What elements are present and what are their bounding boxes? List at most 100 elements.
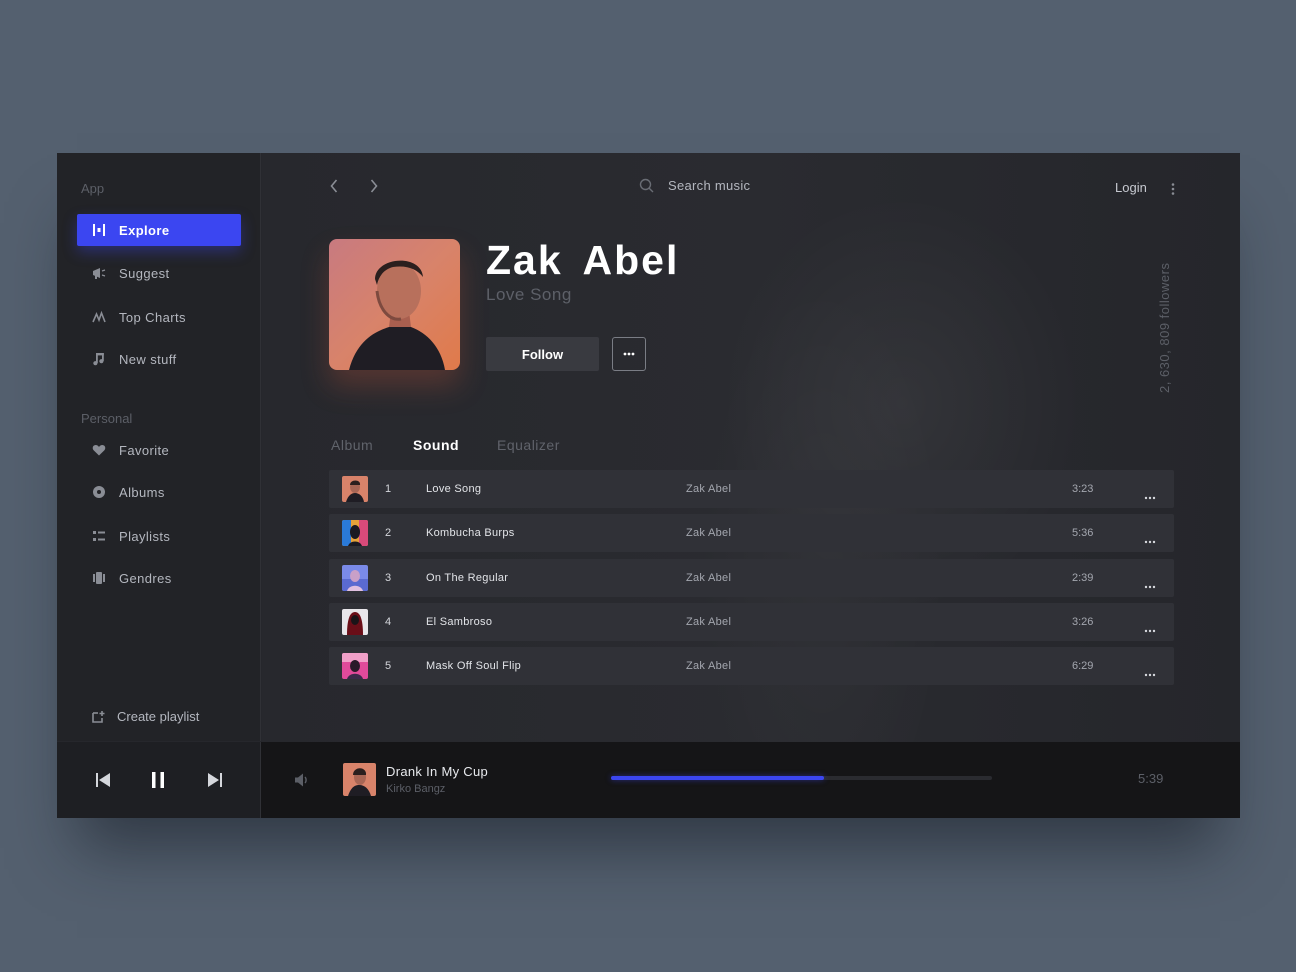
list-icon — [91, 529, 107, 543]
sidebar-item-gendres[interactable]: Gendres — [77, 562, 241, 594]
heart-icon — [91, 443, 107, 457]
create-playlist-label: Create playlist — [117, 709, 200, 724]
track-time: 5:39 — [1138, 771, 1164, 786]
track-title: On The Regular — [426, 572, 509, 584]
track-thumbnail — [342, 520, 368, 546]
sidebar-item-albums[interactable]: Albums — [77, 476, 241, 508]
track-thumbnail — [342, 565, 368, 591]
create-playlist-button[interactable]: Create playlist — [91, 709, 199, 724]
megaphone-icon — [91, 266, 107, 280]
sidebar-item-top-charts[interactable]: Top Charts — [77, 301, 241, 333]
sidebar-item-favorite[interactable]: Favorite — [77, 434, 241, 466]
track-artist: Zak Abel — [686, 660, 732, 672]
chevron-left-icon — [330, 178, 338, 198]
skip-forward-icon — [207, 772, 223, 788]
track-thumbnail — [342, 653, 368, 679]
more-options-button[interactable] — [612, 337, 646, 371]
table-row[interactable]: 4 El Sambroso Zak Abel 3:26 — [329, 603, 1174, 641]
more-vertical-icon[interactable] — [1169, 182, 1177, 196]
sidebar-item-explore[interactable]: Explore — [77, 214, 241, 246]
player-bar: Drank In My Cup Kirko Bangz 5:39 — [57, 742, 1240, 818]
volume-icon — [293, 772, 309, 788]
pause-button[interactable] — [148, 770, 168, 790]
track-duration: 6:29 — [1072, 660, 1094, 672]
track-number: 4 — [385, 616, 392, 628]
track-title: Love Song — [426, 483, 482, 495]
sidebar-item-label: Gendres — [119, 570, 172, 586]
sidebar-item-label: Playlists — [119, 528, 171, 544]
track-title: Kombucha Burps — [426, 527, 515, 539]
forward-button[interactable] — [366, 177, 382, 199]
track-duration: 3:23 — [1072, 483, 1094, 495]
more-horizontal-icon[interactable] — [1144, 487, 1156, 500]
chevron-right-icon — [370, 178, 378, 198]
search-icon — [639, 178, 654, 193]
sidebar-item-label: Favorite — [119, 442, 170, 458]
now-playing-title: Drank In My Cup — [386, 764, 489, 779]
track-number: 1 — [385, 483, 392, 495]
add-playlist-icon — [91, 710, 105, 724]
follow-button[interactable]: Follow — [486, 337, 599, 371]
sidebar-item-label: Explore — [119, 222, 170, 238]
track-artist: Zak Abel — [686, 483, 732, 495]
now-playing-thumbnail — [343, 763, 376, 796]
disc-icon — [91, 485, 107, 499]
app-window: App Explore Suggest Top Charts New stuff — [57, 153, 1240, 818]
back-button[interactable] — [326, 177, 342, 199]
sidebar-item-playlists[interactable]: Playlists — [77, 520, 241, 552]
now-playing-artist: Kirko Bangz — [386, 783, 446, 795]
sidebar-item-new-stuff[interactable]: New stuff — [77, 343, 241, 375]
more-horizontal-icon[interactable] — [1144, 576, 1156, 589]
track-duration: 5:36 — [1072, 527, 1094, 539]
sidebar-section-app: App — [81, 181, 105, 196]
track-number: 3 — [385, 572, 392, 584]
pause-icon — [150, 771, 166, 789]
genres-icon — [91, 571, 107, 585]
sidebar-section-personal: Personal — [81, 411, 133, 426]
table-row[interactable]: 5 Mask Off Soul Flip Zak Abel 6:29 — [329, 647, 1174, 685]
search-input[interactable]: Search music — [639, 178, 750, 193]
progress-fill — [611, 776, 825, 780]
previous-button[interactable] — [93, 770, 113, 790]
login-button[interactable]: Login — [1115, 180, 1147, 195]
next-button[interactable] — [205, 770, 225, 790]
track-duration: 3:26 — [1072, 616, 1094, 628]
more-horizontal-icon[interactable] — [1144, 531, 1156, 544]
progress-bar[interactable] — [611, 776, 992, 780]
volume-button[interactable] — [291, 770, 311, 790]
artist-name: Zak Abel — [486, 237, 680, 283]
table-row[interactable]: 1 Love Song Zak Abel 3:23 — [329, 470, 1174, 508]
playback-controls — [57, 742, 261, 818]
tab-equalizer[interactable]: Equalizer — [497, 437, 560, 453]
more-horizontal-icon — [623, 352, 635, 356]
track-number: 5 — [385, 660, 392, 672]
followers-count: 2, 630, 809 followers — [1157, 262, 1172, 393]
track-artist: Zak Abel — [686, 616, 732, 628]
chart-icon — [91, 310, 107, 324]
track-title: Mask Off Soul Flip — [426, 660, 522, 672]
tab-sound[interactable]: Sound — [413, 437, 459, 453]
track-artist: Zak Abel — [686, 527, 732, 539]
tab-album[interactable]: Album — [331, 437, 373, 453]
track-artist: Zak Abel — [686, 572, 732, 584]
artist-cover-image — [329, 239, 460, 370]
artist-song: Love Song — [486, 285, 572, 304]
explore-icon — [91, 223, 107, 237]
sidebar-item-label: Suggest — [119, 265, 170, 281]
table-row[interactable]: 3 On The Regular Zak Abel 2:39 — [329, 559, 1174, 597]
track-duration: 2:39 — [1072, 572, 1094, 584]
sidebar-item-suggest[interactable]: Suggest — [77, 257, 241, 289]
sidebar-item-label: Albums — [119, 484, 165, 500]
track-thumbnail — [342, 476, 368, 502]
table-row[interactable]: 2 Kombucha Burps Zak Abel 5:36 — [329, 514, 1174, 552]
sidebar: App Explore Suggest Top Charts New stuff — [57, 153, 261, 741]
search-placeholder: Search music — [668, 178, 751, 193]
more-horizontal-icon[interactable] — [1144, 664, 1156, 677]
more-horizontal-icon[interactable] — [1144, 620, 1156, 633]
sidebar-item-label: Top Charts — [119, 309, 186, 325]
track-thumbnail — [342, 609, 368, 635]
sidebar-item-label: New stuff — [119, 351, 177, 367]
track-title: El Sambroso — [426, 616, 493, 628]
music-note-icon — [91, 352, 107, 366]
track-number: 2 — [385, 527, 392, 539]
